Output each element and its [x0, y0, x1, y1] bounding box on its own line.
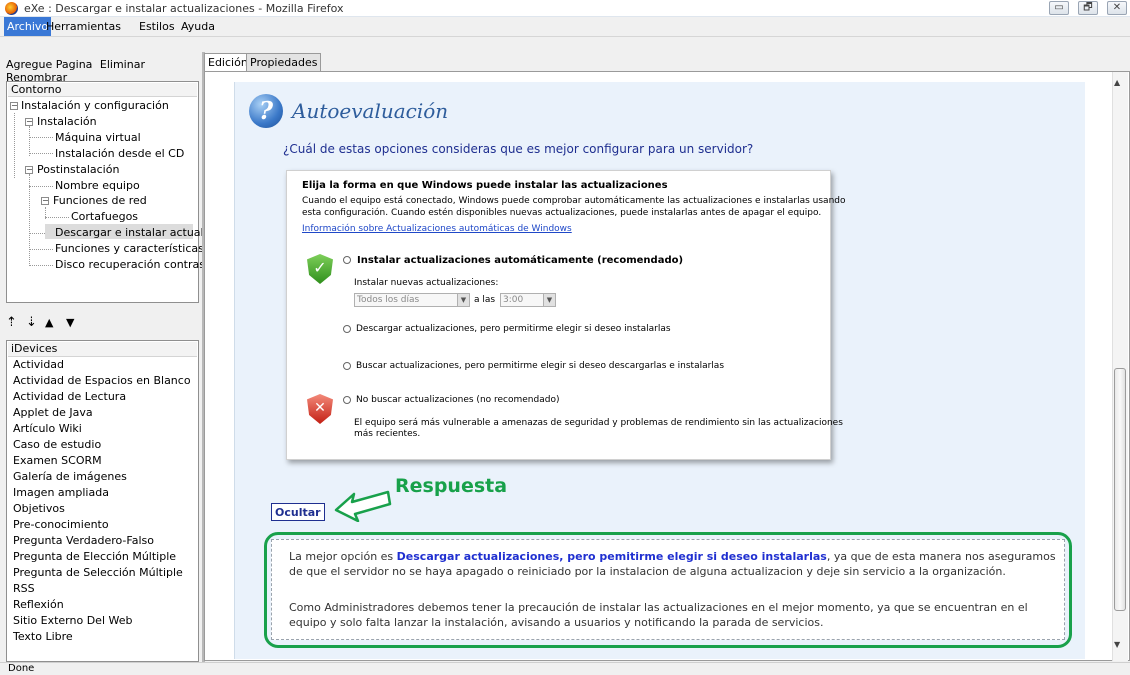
idevice-item[interactable]: Applet de Java	[13, 406, 93, 419]
warning-text: El equipo será más vulnerable a amenazas…	[354, 418, 843, 428]
idevice-item[interactable]: Actividad de Espacios en Blanco	[13, 374, 191, 387]
menu-estilos[interactable]: Estilos	[139, 20, 175, 33]
idevice-item[interactable]: Pregunta Verdadero-Falso	[13, 534, 154, 547]
radio-check	[343, 362, 351, 370]
day-select: Todos los días ▼	[354, 293, 470, 307]
idevice-title: Autoevaluación	[292, 99, 449, 123]
tree-node-descargar-actualizaciones[interactable]: Descargar e instalar actualiz...	[55, 226, 223, 239]
scroll-up-icon[interactable]: ▲	[1114, 78, 1120, 87]
tree-node-maquina-virtual[interactable]: Máquina virtual	[55, 131, 141, 144]
respuesta-annotation: Respuesta	[395, 475, 508, 497]
minimize-button[interactable]: ▭	[1049, 1, 1069, 15]
restore-button[interactable]: 🗗	[1078, 1, 1098, 15]
idevice-item[interactable]: Caso de estudio	[13, 438, 101, 451]
idevice-item[interactable]: Pregunta de Elección Múltiple	[13, 550, 176, 563]
collapse-icon[interactable]: −	[10, 102, 18, 110]
idevice-item[interactable]: Pregunta de Selección Múltiple	[13, 566, 183, 579]
idevice-item[interactable]: Imagen ampliada	[13, 486, 109, 499]
firefox-icon	[5, 2, 18, 15]
option-download: Descargar actualizaciones, pero permitir…	[356, 324, 671, 334]
collapse-icon[interactable]: −	[25, 166, 33, 174]
option-check: Buscar actualizaciones, pero permitirme …	[356, 361, 725, 371]
idevice-item[interactable]: Texto Libre	[13, 630, 73, 643]
promote-node-icon[interactable]: ⇡	[6, 315, 17, 330]
editor-tabs: Edición Propiedades	[204, 53, 1130, 73]
tree-line	[29, 249, 53, 250]
dialog-description: Cuando el equipo está conectado, Windows…	[302, 196, 846, 206]
tree-line	[14, 113, 15, 178]
feedback-highlight: Descargar actualizaciones, pero pemitirm…	[396, 550, 827, 563]
radio-install-auto	[343, 256, 351, 264]
feedback-paragraph-1: La mejor opción es Descargar actualizaci…	[289, 550, 1056, 578]
idevice-item[interactable]: Actividad de Lectura	[13, 390, 126, 403]
radio-never	[343, 396, 351, 404]
idevice-item[interactable]: Actividad	[13, 358, 64, 371]
tree-line	[29, 137, 53, 138]
demote-node-icon[interactable]: ⇣	[26, 315, 37, 330]
scroll-down-icon[interactable]: ▼	[1114, 640, 1120, 649]
tab-edicion[interactable]: Edición	[204, 53, 252, 73]
tree-node-nombre-equipo[interactable]: Nombre equipo	[55, 179, 140, 192]
dialog-info-link: Información sobre Actualizaciones automá…	[302, 224, 572, 234]
collapse-icon[interactable]: −	[41, 197, 49, 205]
dialog-description: esta configuración. Cuando estén disponi…	[302, 208, 822, 218]
menu-herramientas[interactable]: Herramientas	[46, 20, 121, 33]
move-up-icon[interactable]: ▲	[45, 316, 53, 329]
outline-header: Contorno	[8, 83, 197, 97]
warning-text: más recientes.	[354, 429, 421, 439]
status-bar: Done	[0, 662, 1130, 675]
window-title: eXe : Descargar e instalar actualizacion…	[24, 2, 344, 15]
menu-bar: Archivo Herramientas Estilos Ayuda	[0, 17, 1130, 37]
move-down-icon[interactable]: ▼	[66, 316, 74, 329]
idevice-item[interactable]: Galería de imágenes	[13, 470, 127, 483]
scroll-thumb[interactable]	[1114, 368, 1126, 611]
menu-archivo[interactable]: Archivo	[4, 17, 52, 36]
tree-node-instalacion[interactable]: Instalación	[37, 115, 97, 128]
tree-line	[29, 126, 30, 156]
tab-propiedades[interactable]: Propiedades	[246, 53, 322, 72]
question-text: ¿Cuál de estas opciones consideras que e…	[283, 142, 754, 156]
idevice-item[interactable]: Artículo Wiki	[13, 422, 82, 435]
tree-node-funciones-red[interactable]: Funciones de red	[53, 194, 147, 207]
dialog-heading: Elija la forma en que Windows puede inst…	[302, 180, 668, 191]
idevices-header: iDevices	[8, 342, 197, 357]
at-label: a las	[474, 295, 496, 305]
arrow-icon	[334, 490, 392, 522]
hide-feedback-button[interactable]: Ocultar	[271, 503, 325, 521]
tree-line	[29, 186, 53, 187]
tree-node-cortafuegos[interactable]: Cortafuegos	[71, 210, 138, 223]
time-select: 3:00 ▼	[500, 293, 556, 307]
tree-line	[29, 174, 30, 266]
tree-node-postinstalacion[interactable]: Postinstalación	[37, 163, 119, 176]
tree-node-funciones-caracteristicas[interactable]: Funciones y características	[55, 242, 204, 255]
menu-ayuda[interactable]: Ayuda	[181, 20, 215, 33]
add-page-button[interactable]: Agregue Pagina	[6, 58, 92, 71]
page-toolbar: Agregue Pagina Eliminar Renombrar	[6, 58, 198, 84]
delete-page-button[interactable]: Eliminar	[100, 58, 145, 71]
close-button[interactable]: ✕	[1107, 1, 1127, 15]
idevice-item[interactable]: Reflexión	[13, 598, 64, 611]
radio-download	[343, 325, 351, 333]
idevice-item[interactable]: Sitio Externo Del Web	[13, 614, 132, 627]
tree-line	[29, 153, 53, 154]
collapse-icon[interactable]: −	[25, 118, 33, 126]
feedback-paragraph-2: Como Administradores debemos tener la pr…	[289, 601, 1028, 629]
tree-node-instalacion-configuracion[interactable]: Instalación y configuración	[21, 99, 169, 112]
tree-line	[45, 217, 69, 218]
tree-line	[29, 265, 53, 266]
install-new-label: Instalar nuevas actualizaciones:	[354, 278, 499, 288]
idevice-item[interactable]: RSS	[13, 582, 35, 595]
idevice-item[interactable]: Examen SCORM	[13, 454, 102, 467]
option-never: No buscar actualizaciones (no recomendad…	[356, 395, 560, 405]
tree-node-disco-recuperacion[interactable]: Disco recuperación contras...	[55, 258, 215, 271]
idevice-item[interactable]: Objetivos	[13, 502, 65, 515]
tree-node-instalacion-cd[interactable]: Instalación desde el CD	[55, 147, 184, 160]
question-icon: ?	[249, 94, 283, 128]
idevice-item[interactable]: Pre-conocimiento	[13, 518, 109, 531]
option-install-auto: Instalar actualizaciones automáticamente…	[357, 255, 684, 266]
